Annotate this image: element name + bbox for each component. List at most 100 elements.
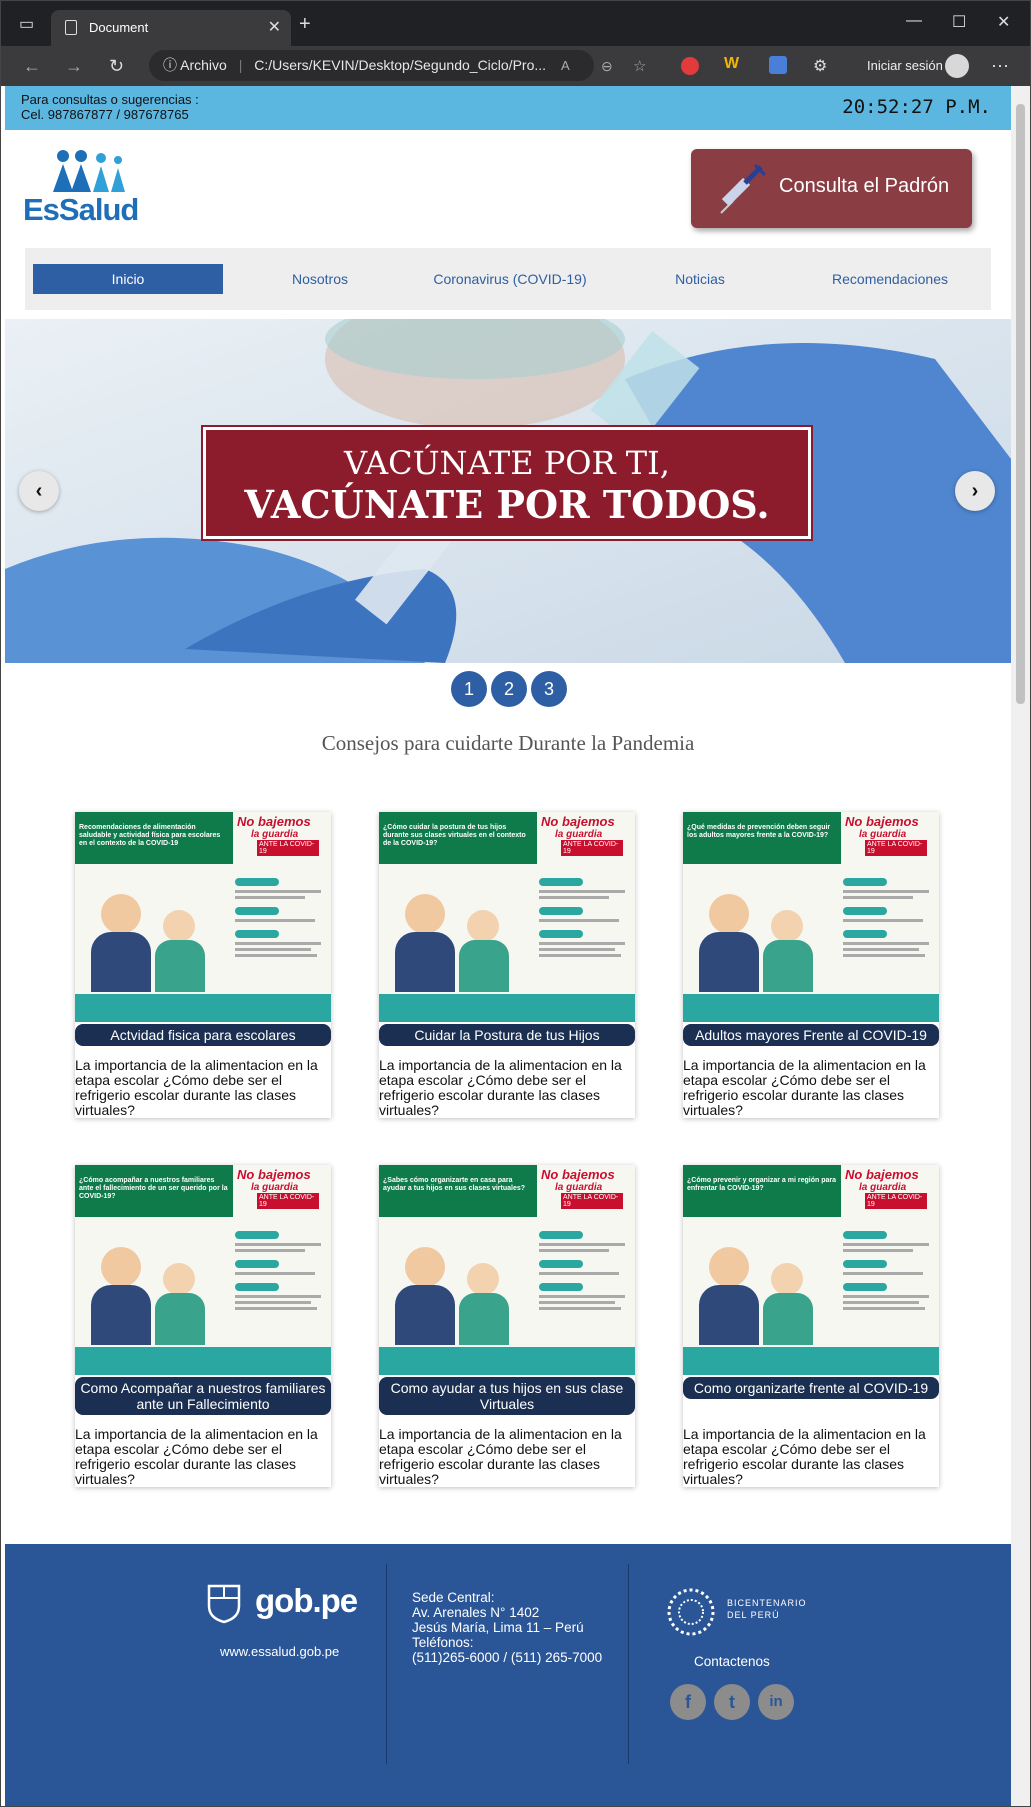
card-illustration <box>691 874 831 1002</box>
advice-card[interactable]: ¿Sabes cómo organizarte en casa para ayu… <box>379 1165 635 1487</box>
bicentenario-line-2: DEL PERÚ <box>727 1610 780 1620</box>
card-image-footer <box>75 994 331 1022</box>
card-topics <box>843 874 933 1004</box>
card-title[interactable]: Como Acompañar a nuestros familiares ant… <box>75 1377 331 1415</box>
info-icon[interactable]: ⓘ <box>163 57 177 73</box>
twitter-icon[interactable]: t <box>714 1684 750 1720</box>
badge-line-2: la guardia <box>555 1182 603 1193</box>
close-tab-icon[interactable]: ✕ <box>268 17 281 37</box>
facebook-icon[interactable]: f <box>670 1684 706 1720</box>
zoom-icon[interactable]: ⊖ <box>601 58 613 75</box>
gobpe-website[interactable]: www.essalud.gob.pe <box>220 1644 339 1659</box>
carousel-prev-button[interactable]: ‹ <box>19 471 59 511</box>
card-description: La importancia de la alimentacion en la … <box>75 1426 318 1487</box>
section-title: Consejos para cuidarte Durante la Pandem… <box>321 731 695 755</box>
page-scrollbar[interactable] <box>1011 86 1030 1806</box>
carousel-dot-2[interactable]: 2 <box>491 671 527 707</box>
extensions-icon[interactable]: ⚙ <box>813 56 827 76</box>
advice-card[interactable]: ¿Cómo prevenir y organizar a mi región p… <box>683 1165 939 1487</box>
nav-item-coronavirus[interactable]: Coronavirus (COVID-19) <box>415 264 605 294</box>
contact-bar: Para consultas o sugerencias : Cel. 9878… <box>5 86 1011 130</box>
footer: gob.pe www.essalud.gob.pe Sede Central: … <box>5 1544 1011 1806</box>
no-bajemos-badge: No bajemos la guardia ANTE LA COVID-19 <box>845 1167 937 1213</box>
card-description: La importancia de la alimentacion en la … <box>379 1426 622 1487</box>
minimize-icon[interactable]: — <box>906 12 922 30</box>
refresh-icon[interactable]: ↻ <box>109 56 124 77</box>
badge-line-3: ANTE LA COVID-19 <box>865 1193 927 1209</box>
bicentenario-line-1: BICENTENARIO <box>727 1598 807 1608</box>
no-bajemos-badge: No bajemos la guardia ANTE LA COVID-19 <box>541 1167 633 1213</box>
card-title[interactable]: Como ayudar a tus hijos en sus clase Vir… <box>379 1377 635 1415</box>
card-topics <box>843 1227 933 1357</box>
card-title[interactable]: Como organizarte frente al COVID-19 <box>683 1377 939 1399</box>
badge-line-2: la guardia <box>251 1182 299 1193</box>
address-line-5: (511)265-6000 / (511) 265-7000 <box>412 1650 603 1665</box>
badge-line-2: la guardia <box>859 829 907 840</box>
contact-line-2: Cel. 987867877 / 987678765 <box>21 107 189 122</box>
card-image-caption: ¿Cómo acompañar a nuestros familiares an… <box>79 1177 228 1200</box>
no-bajemos-badge: No bajemos la guardia ANTE LA COVID-19 <box>237 814 329 860</box>
browser-tab[interactable]: Document ✕ <box>51 10 291 46</box>
syringe-icon <box>720 163 767 214</box>
consulta-padron-button[interactable]: Consulta el Padrón <box>691 149 972 228</box>
carousel-dot-3[interactable]: 3 <box>531 671 567 707</box>
translate-icon[interactable] <box>769 56 787 74</box>
card-topics <box>539 1227 629 1357</box>
card-description: La importancia de la alimentacion en la … <box>683 1057 926 1118</box>
gobpe-logo-text[interactable]: gob.pe <box>255 1582 358 1620</box>
forward-icon[interactable]: → <box>65 56 83 77</box>
carousel-next-button[interactable]: › <box>955 471 995 511</box>
card-description: La importancia de la alimentacion en la … <box>379 1057 622 1118</box>
address-toolbar: ← → ↻ ⓘ Archivo | C:/Users/KEVIN/Desktop… <box>1 46 1030 86</box>
read-aloud-icon[interactable]: A <box>561 58 570 73</box>
nav-item-recomendaciones[interactable]: Recomendaciones <box>795 264 985 294</box>
badge-line-3: ANTE LA COVID-19 <box>561 1193 623 1209</box>
new-tab-icon[interactable]: + <box>299 13 311 36</box>
card-image-footer <box>683 1347 939 1375</box>
card-topics <box>539 874 629 1004</box>
extension-w-icon[interactable]: W <box>724 55 739 73</box>
back-icon[interactable]: ← <box>23 56 41 77</box>
scrollbar-thumb[interactable] <box>1016 104 1025 704</box>
address-line-1: Sede Central: <box>412 1590 495 1605</box>
card-title[interactable]: Cuidar la Postura de tus Hijos <box>379 1024 635 1046</box>
badge-line-3: ANTE LA COVID-19 <box>865 840 927 856</box>
padron-label: Consulta el Padrón <box>779 175 950 197</box>
carousel-dot-1[interactable]: 1 <box>451 671 487 707</box>
profile-avatar[interactable] <box>945 54 969 78</box>
nav-item-noticias[interactable]: Noticias <box>605 264 795 294</box>
badge-line-2: la guardia <box>251 829 299 840</box>
advice-card[interactable]: ¿Cómo acompañar a nuestros familiares an… <box>75 1165 331 1487</box>
card-topics <box>235 874 325 1004</box>
card-image-footer <box>75 1347 331 1375</box>
nav-item-inicio[interactable]: Inicio <box>33 264 223 294</box>
no-bajemos-badge: No bajemos la guardia ANTE LA COVID-19 <box>845 814 937 860</box>
badge-line-1: No bajemos <box>237 1167 311 1182</box>
address-line-4: Teléfonos: <box>412 1635 474 1650</box>
advice-card[interactable]: Recomendaciones de alimentación saludabl… <box>75 812 331 1118</box>
card-image-caption: ¿Cómo cuidar la postura de tus hijos dur… <box>383 824 526 847</box>
address-bar[interactable]: ⓘ Archivo | C:/Users/KEVIN/Desktop/Segun… <box>149 50 594 81</box>
close-window-icon[interactable]: ✕ <box>997 12 1010 32</box>
maximize-icon[interactable]: ☐ <box>952 12 966 32</box>
card-image: ¿Cómo cuidar la postura de tus hijos dur… <box>379 812 635 1022</box>
card-description: La importancia de la alimentacion en la … <box>75 1057 318 1118</box>
card-title[interactable]: Actvidad fisica para escolares <box>75 1024 331 1046</box>
tab-actions-icon[interactable]: ▭ <box>19 14 34 34</box>
extension-icon[interactable] <box>681 57 699 75</box>
card-title[interactable]: Adultos mayores Frente al COVID-19 <box>683 1024 939 1046</box>
card-image-caption: ¿Sabes cómo organizarte en casa para ayu… <box>383 1177 526 1192</box>
essalud-logo[interactable]: EsSalud <box>23 148 147 227</box>
badge-line-3: ANTE LA COVID-19 <box>257 1193 319 1209</box>
linkedin-icon[interactable]: in <box>758 1684 794 1720</box>
vaccine-banner: VACÚNATE POR TI, VACÚNATE POR TODOS. <box>201 425 813 541</box>
favorite-icon[interactable]: ☆ <box>633 57 646 75</box>
address-label: Archivo <box>180 57 227 73</box>
card-image-caption: ¿Qué medidas de prevención deben seguir … <box>687 824 831 839</box>
signin-label[interactable]: Iniciar sesión <box>867 58 943 73</box>
card-image-caption: Recomendaciones de alimentación saludabl… <box>79 824 221 847</box>
more-icon[interactable]: ⋯ <box>991 56 1009 77</box>
nav-item-nosotros[interactable]: Nosotros <box>225 264 415 294</box>
advice-card[interactable]: ¿Cómo cuidar la postura de tus hijos dur… <box>379 812 635 1118</box>
advice-card[interactable]: ¿Qué medidas de prevención deben seguir … <box>683 812 939 1118</box>
